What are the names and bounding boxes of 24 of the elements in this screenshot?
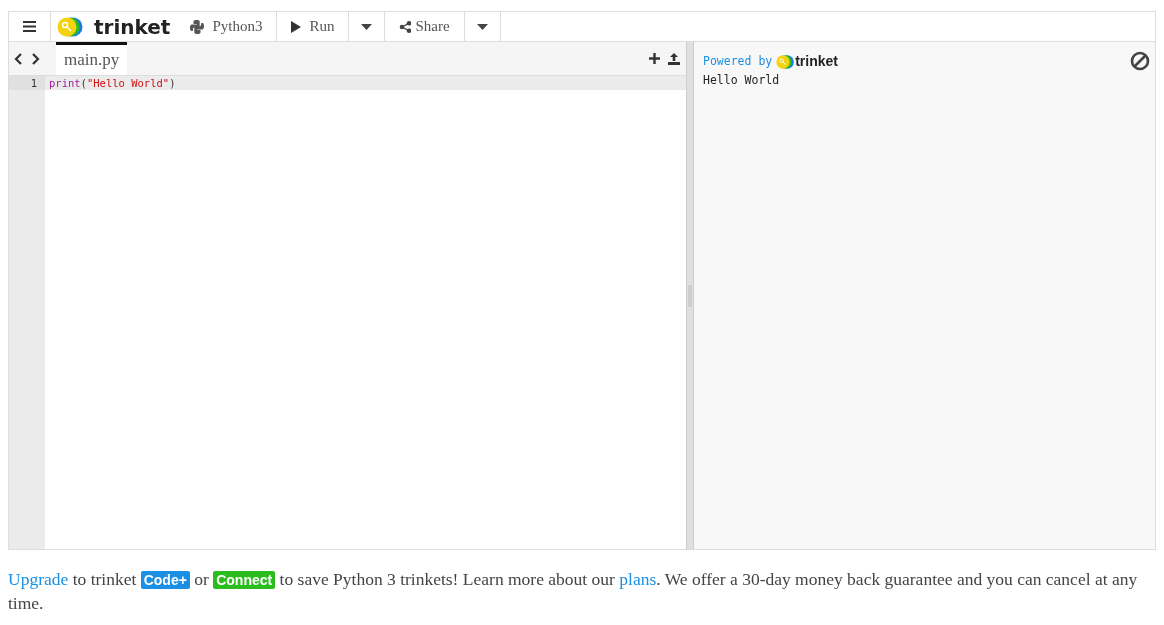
caret-icon	[476, 23, 488, 30]
upgrade-message: Upgrade to trinket Code+ or Connect to save Python 3 trinkets! Learn more about our plans. We offer a 30-day money back guarantee and you can cancel at any time.	[8, 568, 1139, 615]
powered-by-label: Powered by	[703, 52, 773, 70]
trinket-logo-icon	[57, 16, 84, 37]
python-icon	[190, 19, 205, 34]
line-number: 1	[9, 76, 45, 90]
logo-text: trinket	[795, 52, 838, 71]
logo-text: trinket	[94, 13, 171, 41]
add-icon[interactable]	[649, 53, 660, 64]
trinket-logo-icon	[776, 54, 796, 69]
plan-tag: Connect	[213, 571, 276, 589]
upload-icon[interactable]	[668, 52, 680, 65]
stop-icon[interactable]	[1130, 51, 1150, 71]
caret-icon	[361, 23, 373, 30]
share-icon	[399, 20, 412, 33]
chevron-left-icon[interactable]	[14, 52, 23, 65]
link[interactable]: plans	[619, 569, 657, 589]
file-tab[interactable]: main.py	[56, 42, 128, 75]
chevron-right-icon[interactable]	[31, 52, 40, 65]
link[interactable]: Upgrade	[8, 569, 69, 589]
output-line: Hello World	[703, 72, 781, 89]
play-icon	[291, 20, 302, 33]
menu-icon	[23, 21, 36, 32]
plan-tag: Code+	[140, 571, 190, 589]
